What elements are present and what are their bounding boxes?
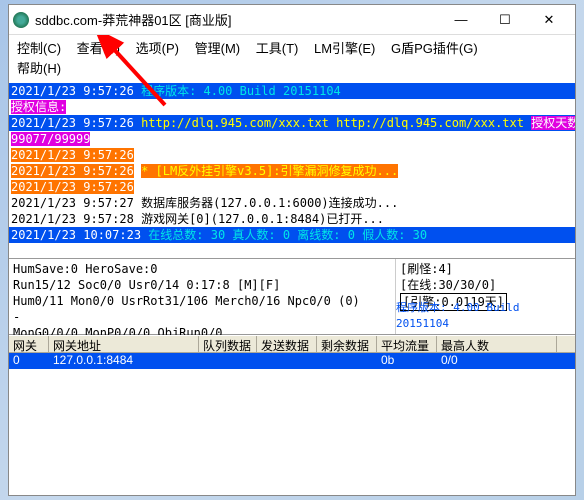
td-remain [317,353,377,369]
menu-lm-engine[interactable]: LM引擎(E) [314,39,375,59]
window-title: sddbc.com-莽荒神器01区 [商业版] [35,10,439,29]
log-line: 2021/1/23 9:57:26 * [LM反外挂引擎v3.5]:引擎漏洞修复… [9,163,575,179]
log-time: 2021/1/23 9:57:28 [11,212,134,226]
stats-line: HumSave:0 HeroSave:0 [13,261,391,277]
th-address[interactable]: 网关地址 [49,336,199,352]
th-gateway[interactable]: 网关 [9,336,49,352]
stats-right: [刷怪:4] [在线:30/30/0] [引擎:0.0119天] 程序版本: 4… [395,259,575,334]
menu-view[interactable]: 查看(V) [77,39,120,59]
log-text: 游戏网关[0](127.0.0.1:8484)已打开... [141,212,384,226]
close-button[interactable]: ✕ [527,6,571,34]
menu-options[interactable]: 选项(P) [136,39,179,59]
log-text: 数据库服务器(127.0.0.1:6000)连接成功... [141,196,398,210]
log-time: 2021/1/23 9:57:26 [11,148,134,162]
stats-line: - [13,309,391,325]
log-time: 2021/1/23 10:07:23 [11,228,141,242]
table-header: 网关 网关地址 队列数据 发送数据 剩余数据 平均流量 最高人数 [9,335,575,353]
menubar: 控制(C) 查看(V) 选项(P) 管理(M) 工具(T) LM引擎(E) G盾… [9,35,575,83]
log-line: 2021/1/23 9:57:27 数据库服务器(127.0.0.1:6000)… [9,195,575,211]
log-line: 2021/1/23 9:57:26 [9,179,575,195]
gateway-table: 网关 网关地址 队列数据 发送数据 剩余数据 平均流量 最高人数 0 127.0… [9,335,575,369]
log-text: * [LM反外挂引擎v3.5]:引擎漏洞修复成功... [141,164,398,178]
menu-gshield[interactable]: G盾PG插件(G) [391,39,478,59]
log-text: 程序版本: 4.00 Build 20151104 [141,84,341,98]
titlebar: sddbc.com-莽荒神器01区 [商业版] — ☐ ✕ [9,5,575,35]
log-time: 2021/1/23 9:57:26 [11,84,134,98]
td-queue [199,353,257,369]
th-avg[interactable]: 平均流量 [377,336,437,352]
log-line: 2021/1/23 9:57:26 程序版本: 4.00 Build 20151… [9,83,575,99]
th-max[interactable]: 最高人数 [437,336,557,352]
th-send[interactable]: 发送数据 [257,336,317,352]
log-line: 2021/1/23 9:57:26 http://dlq.945.com/xxx… [9,115,575,131]
menu-manage[interactable]: 管理(M) [195,39,241,59]
menu-tools[interactable]: 工具(T) [256,39,299,59]
minimize-button[interactable]: — [439,6,483,34]
log-line: 2021/1/23 9:57:28 游戏网关[0](127.0.0.1:8484… [9,211,575,227]
stats-line: Hum0/11 Mon0/0 UsrRot31/106 Merch0/16 Np… [13,293,391,309]
window-controls: — ☐ ✕ [439,6,571,34]
log-time: 2021/1/23 9:57:26 [11,164,134,178]
th-queue[interactable]: 队列数据 [199,336,257,352]
log-text: 99077/99999 [11,132,90,146]
log-line: 99077/99999 [9,131,575,147]
stats-monster: [刷怪:4] [400,261,571,277]
menu-help[interactable]: 帮助(H) [17,59,61,79]
log-line: 授权信息: [9,99,575,115]
stats-panel: HumSave:0 HeroSave:0 Run15/12 Soc0/0 Usr… [9,259,575,335]
log-line: 2021/1/23 9:57:26 [9,147,575,163]
log-line: 2021/1/23 10:07:23 在线总数: 30 真人数: 0 离线数: … [9,227,575,243]
log-time: 2021/1/23 9:57:26 [11,180,134,194]
app-icon [13,12,29,28]
log-time: 2021/1/23 9:57:26 [11,116,134,130]
td-gateway: 0 [9,353,49,369]
table-row[interactable]: 0 127.0.0.1:8484 0b 0/0 [9,353,575,369]
log-text: 授权天数 [531,116,575,130]
th-remain[interactable]: 剩余数据 [317,336,377,352]
stats-online: [在线:30/30/0] [400,277,571,293]
app-window: sddbc.com-莽荒神器01区 [商业版] — ☐ ✕ 控制(C) 查看(V… [8,4,576,496]
stats-line: Run15/12 Soc0/0 Usr0/14 0:17:8 [M][F] [13,277,391,293]
log-panel: 2021/1/23 9:57:26 程序版本: 4.00 Build 20151… [9,83,575,259]
log-text: 在线总数: 30 真人数: 0 离线数: 0 假人数: 30 [148,228,427,242]
td-avg: 0b [377,353,437,369]
td-address: 127.0.0.1:8484 [49,353,199,369]
version-footer: 程序版本: 4.00 Build 20151104 [396,300,571,332]
td-send [257,353,317,369]
log-time: 2021/1/23 9:57:27 [11,196,134,210]
stats-left: HumSave:0 HeroSave:0 Run15/12 Soc0/0 Usr… [9,259,395,334]
td-max: 0/0 [437,353,557,369]
log-text: 授权信息: [11,100,66,114]
menu-control[interactable]: 控制(C) [17,39,61,59]
log-url: http://dlq.945.com/xxx.txt http://dlq.94… [141,116,524,130]
maximize-button[interactable]: ☐ [483,6,527,34]
